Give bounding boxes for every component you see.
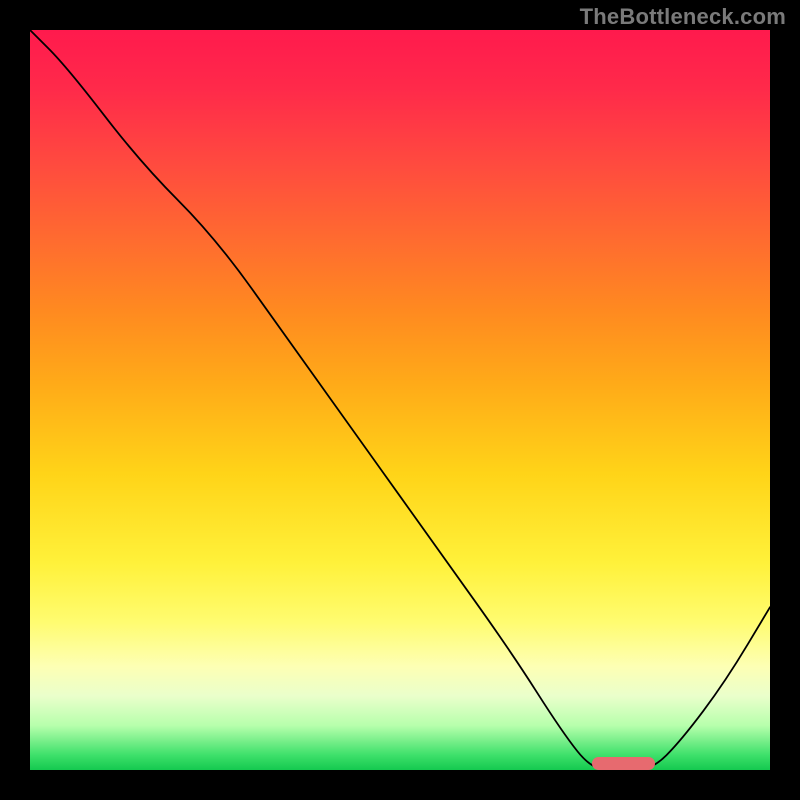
chart-stage: TheBottleneck.com xyxy=(0,0,800,800)
plot-area xyxy=(30,30,770,770)
watermark-text: TheBottleneck.com xyxy=(580,6,786,28)
optimal-marker xyxy=(592,757,655,770)
bottleneck-curve xyxy=(30,30,770,770)
curve-path xyxy=(30,30,770,770)
